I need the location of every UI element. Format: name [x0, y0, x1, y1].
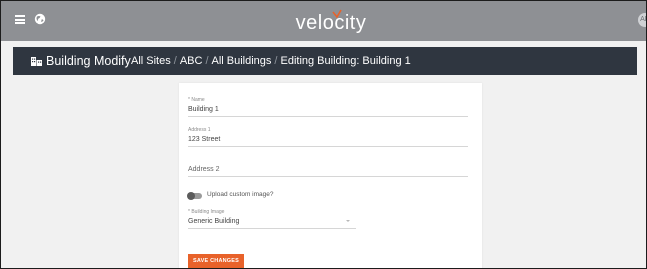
menu-icon[interactable] — [15, 15, 25, 24]
building-form-card: * Name Building 1 Address 1 123 Street A… — [179, 83, 482, 268]
address1-label: Address 1 — [188, 127, 211, 133]
address1-field[interactable]: Address 1 123 Street — [188, 127, 468, 147]
brand-text: velocity — [296, 12, 367, 34]
name-field[interactable]: * Name Building 1 — [188, 97, 468, 117]
velocity-logo: velocity — [296, 9, 367, 34]
breadcrumb-separator: / — [274, 55, 278, 67]
breadcrumb-all-buildings[interactable]: All Buildings — [212, 55, 272, 67]
breadcrumb-current: Editing Building: Building 1 — [280, 55, 411, 67]
name-label: * Name — [188, 97, 205, 103]
save-changes-button[interactable]: SAVE CHANGES — [188, 254, 244, 268]
page-title: Building Modify — [46, 54, 131, 68]
breadcrumb-bar: Building Modify All Sites / ABC / All Buildi… — [13, 47, 637, 75]
building-icon — [31, 57, 42, 66]
address2-input[interactable]: Address 2 — [188, 165, 468, 177]
name-input[interactable]: Building 1 — [188, 105, 468, 117]
building-image-value[interactable]: Generic Building — [188, 217, 356, 229]
chevron-down-icon — [346, 220, 350, 222]
breadcrumb-site[interactable]: ABC — [180, 55, 203, 67]
globe-icon[interactable] — [34, 13, 46, 25]
app-window: velocity AD Building Modify All Sites/AB… — [0, 0, 647, 269]
breadcrumb-all-sites[interactable]: All Sites — [131, 55, 171, 67]
breadcrumb: All Sites / ABC / All Buildings / Editing Buil… — [131, 54, 411, 68]
upload-image-toggle[interactable] — [187, 191, 202, 200]
breadcrumb-separator: / — [173, 55, 177, 67]
toggle-knob — [187, 191, 195, 200]
breadcrumb-separator: / — [205, 55, 209, 67]
top-app-bar: velocity AD — [1, 1, 646, 41]
user-avatar[interactable]: AD — [638, 13, 646, 27]
building-image-selected: Generic Building — [188, 218, 240, 225]
building-image-label: * Building Image — [188, 209, 225, 215]
building-image-select[interactable]: * Building Image Generic Building — [188, 209, 356, 229]
address1-input[interactable]: 123 Street — [188, 135, 468, 147]
upload-image-label: Upload custom image? — [207, 191, 274, 198]
address2-field[interactable]: Address 2 — [188, 165, 468, 177]
